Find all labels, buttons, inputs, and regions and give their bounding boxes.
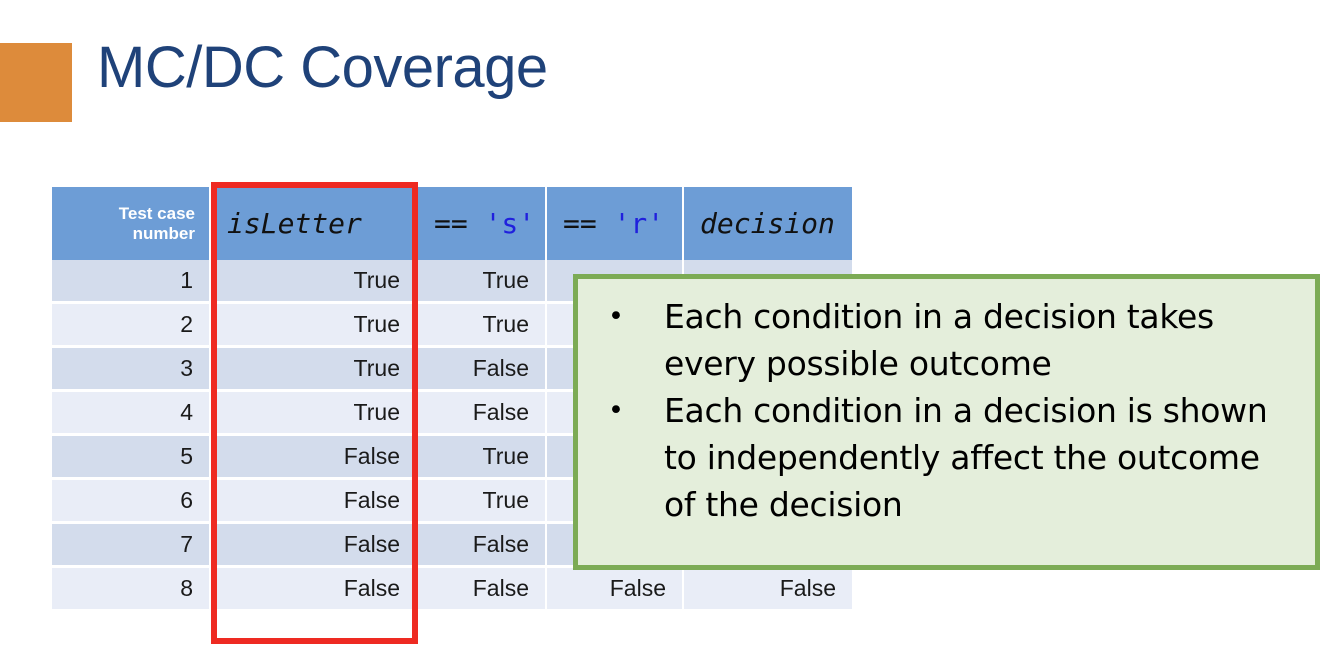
column-header-eq-r: == 'r' bbox=[547, 187, 684, 260]
column-header-decision: decision bbox=[684, 187, 852, 260]
table-row: 8 False False False False bbox=[52, 568, 852, 612]
callout-bullet-list: • Each condition in a decision takes eve… bbox=[590, 293, 1297, 528]
column-header-eq-s: == 's' bbox=[418, 187, 547, 260]
literal-text: 's' bbox=[484, 207, 536, 240]
cell-eq-s: False bbox=[418, 568, 547, 612]
cell-isletter: True bbox=[211, 304, 418, 348]
list-item-label: Each condition in a decision takes every… bbox=[664, 297, 1214, 383]
cell-test-case-number: 8 bbox=[52, 568, 211, 612]
cell-isletter: True bbox=[211, 348, 418, 392]
mcdc-definition-callout: • Each condition in a decision takes eve… bbox=[573, 274, 1320, 570]
cell-test-case-number: 7 bbox=[52, 524, 211, 568]
cell-test-case-number: 1 bbox=[52, 260, 211, 304]
bullet-icon: • bbox=[608, 395, 624, 426]
cell-isletter: False bbox=[211, 524, 418, 568]
cell-isletter: False bbox=[211, 568, 418, 612]
cell-eq-r: False bbox=[547, 568, 684, 612]
list-item: • Each condition in a decision is shown … bbox=[590, 387, 1297, 528]
list-item-label: Each condition in a decision is shown to… bbox=[664, 391, 1268, 524]
title-accent-bar bbox=[0, 43, 72, 122]
cell-eq-s: True bbox=[418, 480, 547, 524]
cell-decision: False bbox=[684, 568, 852, 612]
cell-isletter: True bbox=[211, 392, 418, 436]
bullet-icon: • bbox=[608, 301, 624, 332]
column-header-isletter: isLetter bbox=[211, 187, 418, 260]
cell-isletter: False bbox=[211, 436, 418, 480]
cell-eq-s: False bbox=[418, 524, 547, 568]
cell-test-case-number: 2 bbox=[52, 304, 211, 348]
operator-text: == bbox=[563, 207, 597, 240]
cell-eq-s: False bbox=[418, 348, 547, 392]
literal-text: 'r' bbox=[613, 207, 665, 240]
cell-test-case-number: 6 bbox=[52, 480, 211, 524]
list-item: • Each condition in a decision takes eve… bbox=[590, 293, 1297, 387]
table-header: Test case number isLetter == 's' == 'r' … bbox=[52, 187, 852, 260]
cell-isletter: False bbox=[211, 480, 418, 524]
cell-eq-s: True bbox=[418, 260, 547, 304]
cell-test-case-number: 5 bbox=[52, 436, 211, 480]
page-title: MC/DC Coverage bbox=[97, 35, 548, 100]
column-header-test-case-number: Test case number bbox=[52, 187, 211, 260]
table-header-row: Test case number isLetter == 's' == 'r' … bbox=[52, 187, 852, 260]
cell-test-case-number: 3 bbox=[52, 348, 211, 392]
cell-test-case-number: 4 bbox=[52, 392, 211, 436]
cell-eq-s: False bbox=[418, 392, 547, 436]
operator-text: == bbox=[434, 207, 468, 240]
cell-eq-s: True bbox=[418, 436, 547, 480]
cell-isletter: True bbox=[211, 260, 418, 304]
cell-eq-s: True bbox=[418, 304, 547, 348]
